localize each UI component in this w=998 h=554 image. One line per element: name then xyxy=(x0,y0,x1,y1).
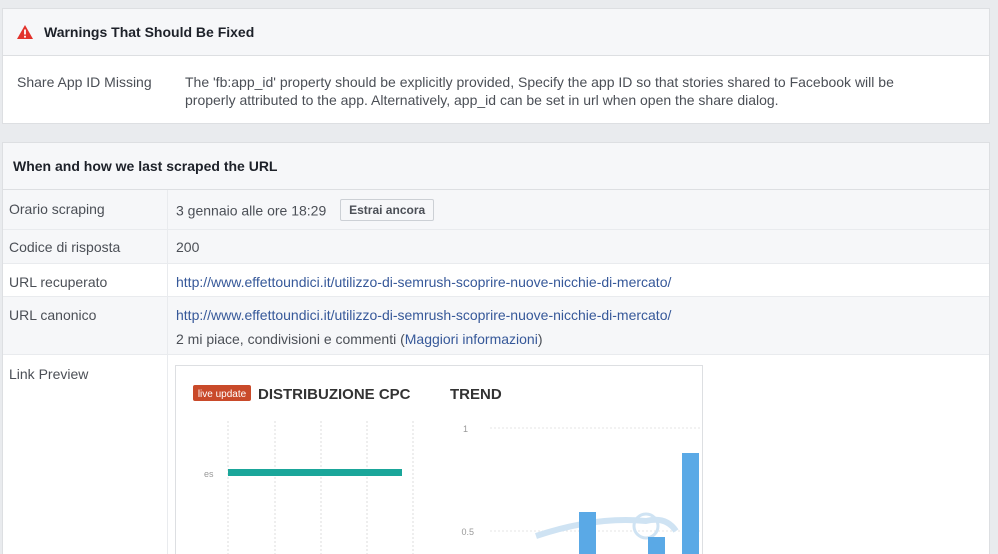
likes-suffix: ) xyxy=(537,331,543,347)
trend-tick-mid: 0.5 xyxy=(461,527,474,537)
more-info-link[interactable]: Maggiori informazioni xyxy=(405,331,538,347)
scrape-time-value: 3 gennaio alle ore 18:29 xyxy=(176,202,327,219)
warnings-title: Warnings That Should Be Fixed xyxy=(44,24,255,40)
table-row-response-code: Codice di risposta 200 xyxy=(3,230,989,264)
response-code-value: 200 xyxy=(176,239,200,255)
table-row-canonical-url: URL canonico http://www.effettoundici.it… xyxy=(3,297,989,355)
warning-message: The 'fb:app_id' property should be expli… xyxy=(185,74,894,108)
warnings-panel: Warnings That Should Be Fixed Share App … xyxy=(2,8,990,124)
scrape-header: When and how we last scraped the URL xyxy=(3,143,989,190)
trend-tick-top: 1 xyxy=(463,424,468,434)
watermark-circle xyxy=(632,512,660,540)
warning-item: Share App ID Missing The 'fb:app_id' pro… xyxy=(3,56,989,109)
canonical-url-label: URL canonico xyxy=(3,297,168,354)
distribution-bar xyxy=(228,469,402,476)
trend-bar xyxy=(648,537,665,554)
link-preview-label: Link Preview xyxy=(3,355,168,554)
table-row-fetched-url: URL recuperato http://www.effettoundici.… xyxy=(3,264,989,297)
warning-label: Share App ID Missing xyxy=(17,74,152,90)
link-preview-card[interactable]: live update DISTRIBUZIONE CPC TREND es 1… xyxy=(175,365,703,554)
response-code-label: Codice di risposta xyxy=(3,230,168,263)
warning-icon xyxy=(17,25,33,39)
table-row-scrape-time: Orario scraping 3 gennaio alle ore 18:29… xyxy=(3,190,989,230)
likes-text: 2 mi piace, condivisioni e commenti ( xyxy=(176,331,405,347)
likes-count: 2 mi piace, condivisioni e commenti (Mag… xyxy=(176,331,989,347)
warnings-header: Warnings That Should Be Fixed xyxy=(3,9,989,56)
trend-bar xyxy=(579,512,596,554)
scrape-again-button[interactable]: Estrai ancora xyxy=(340,199,435,221)
live-update-badge-text: live update xyxy=(198,389,247,400)
canonical-url-link[interactable]: http://www.effettoundici.it/utilizzo-di-… xyxy=(176,307,671,323)
scrape-time-label: Orario scraping xyxy=(3,190,168,229)
preview-image: live update DISTRIBUZIONE CPC TREND es 1… xyxy=(193,385,700,554)
fetched-url-link[interactable]: http://www.effettoundici.it/utilizzo-di-… xyxy=(176,274,671,290)
distribution-title: DISTRIBUZIONE CPC xyxy=(258,386,411,403)
distribution-tick-label: es xyxy=(204,469,214,479)
trend-bar xyxy=(682,453,699,554)
fetched-url-label: URL recuperato xyxy=(3,264,168,296)
trend-title: TREND xyxy=(450,386,502,403)
distribution-gridlines xyxy=(227,421,414,554)
